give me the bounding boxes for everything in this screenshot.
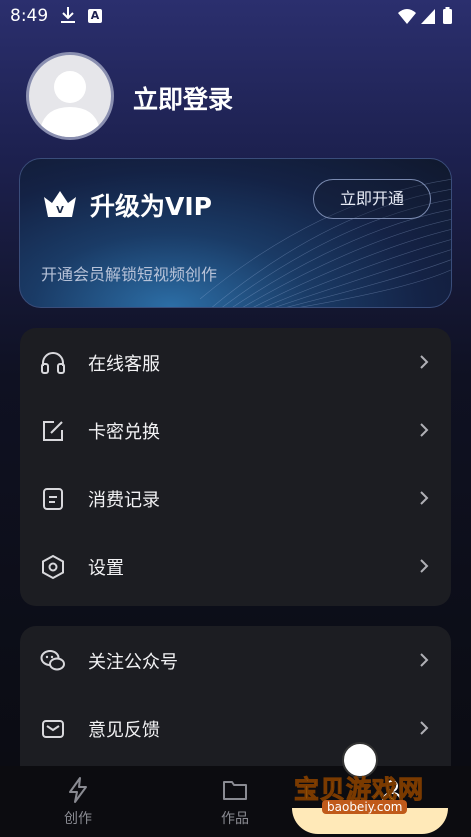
tab-label: 作品 [221, 811, 249, 827]
wifi-icon [398, 9, 416, 24]
tab-label: 创作 [64, 811, 92, 827]
wechat-icon [40, 650, 65, 671]
vip-card[interactable]: V 升级为VIP 开通会员解锁短视频创作 立即开通 [19, 158, 452, 308]
watermark-logo: 宝贝游戏网 baobeiy.com [290, 742, 450, 837]
avatar[interactable] [26, 52, 114, 140]
chevron-right-icon [420, 559, 429, 573]
tab-create[interactable]: 创作 [38, 776, 118, 828]
status-icons [398, 7, 452, 24]
menu-label: 卡密兑换 [88, 422, 160, 443]
menu-item-card-redeem[interactable]: 卡密兑换 [20, 396, 451, 464]
vip-title: 升级为VIP [90, 192, 212, 221]
menu-item-settings[interactable]: 设置 [20, 532, 451, 600]
login-link[interactable]: 立即登录 [133, 80, 233, 116]
lightning-icon [69, 777, 87, 803]
svg-text:V: V [56, 205, 64, 216]
chevron-right-icon [420, 491, 429, 505]
vip-subtitle: 开通会员解锁短视频创作 [41, 265, 218, 284]
chevron-right-icon [420, 721, 429, 735]
menu-label: 关注公众号 [88, 652, 178, 673]
menu-item-customer-service[interactable]: 在线客服 [20, 328, 451, 396]
tab-works[interactable]: 作品 [195, 776, 275, 828]
headphones-icon [41, 352, 65, 374]
folder-icon [223, 781, 247, 800]
vip-activate-button[interactable]: 立即开通 [313, 179, 431, 219]
watermark-url: baobeiy.com [322, 800, 408, 814]
status-time: 8:49 [10, 6, 49, 26]
status-bar: 8:49 A [0, 0, 471, 34]
edit-icon [43, 421, 63, 441]
chevron-right-icon [420, 355, 429, 369]
menu-label: 设置 [88, 558, 124, 579]
crown-icon: V [44, 191, 76, 217]
menu-group-1: 在线客服 卡密兑换 消费记录 设置 [20, 328, 451, 606]
chevron-right-icon [420, 653, 429, 667]
mail-icon [42, 720, 64, 738]
default-avatar-icon [39, 71, 101, 137]
menu-label: 在线客服 [88, 354, 160, 375]
signal-icon [421, 9, 435, 24]
menu-label: 消费记录 [88, 490, 160, 511]
menu-item-follow-official-account[interactable]: 关注公众号 [20, 626, 451, 694]
document-icon [43, 488, 63, 510]
chevron-right-icon [420, 423, 429, 437]
download-icon [61, 7, 75, 23]
menu-label: 意见反馈 [88, 720, 160, 741]
battery-icon [443, 9, 452, 24]
hexagon-settings-icon [42, 554, 64, 580]
menu-item-purchase-history[interactable]: 消费记录 [20, 464, 451, 532]
app-notification-icon: A [88, 9, 102, 23]
